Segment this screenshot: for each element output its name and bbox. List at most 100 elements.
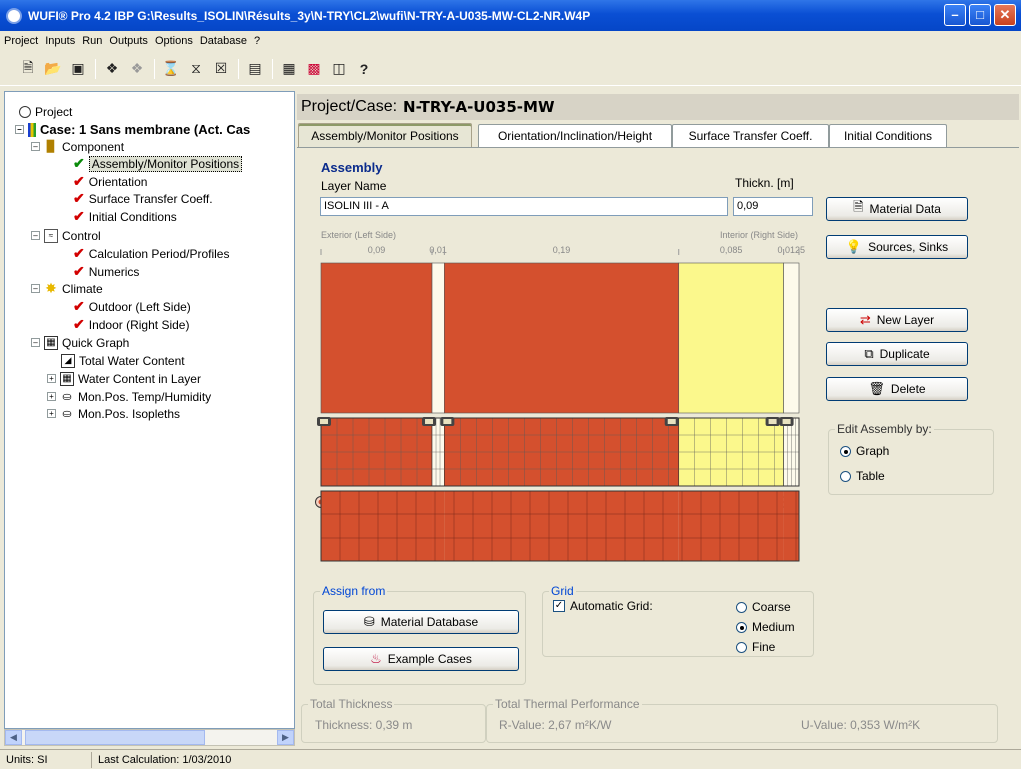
tree-project[interactable]: Project: [19, 103, 72, 120]
collapse-icon[interactable]: –: [31, 338, 40, 347]
monitor-position-icon: [782, 419, 791, 424]
tree-mon-iso[interactable]: + ⛀ Mon.Pos. Isopleths: [47, 405, 180, 422]
edit-by-table-radio[interactable]: Table: [840, 469, 885, 483]
tree-orientation[interactable]: ✔ Orientation: [73, 173, 147, 190]
monitor-icon: ⛀: [62, 408, 72, 420]
automatic-grid-checkbox[interactable]: ✓ Automatic Grid:: [553, 599, 653, 613]
menu-options[interactable]: Options: [155, 35, 193, 47]
tree-component[interactable]: – ▉ Component: [31, 138, 124, 155]
tree-numerics[interactable]: ✔ Numerics: [73, 263, 139, 280]
tab-surface-transfer[interactable]: Surface Transfer Coeff.: [672, 124, 829, 147]
toolbar-separator: [238, 58, 239, 79]
open-folder-icon[interactable]: 📂: [43, 59, 63, 79]
tree-climate[interactable]: – ✸ Climate: [31, 280, 103, 297]
tree-label: Orientation: [88, 174, 148, 189]
tree-icon[interactable]: ❖: [102, 59, 122, 79]
tree-control[interactable]: – ≈ Control: [31, 227, 101, 244]
collapse-icon[interactable]: –: [31, 284, 40, 293]
tree-horizontal-scrollbar[interactable]: ◀ ▶: [4, 729, 295, 746]
close-button[interactable]: ✕: [994, 4, 1016, 26]
dimension-label: 0,085: [720, 245, 743, 255]
grid-coarse-radio[interactable]: Coarse: [736, 600, 791, 614]
tree-mon-temp[interactable]: + ⛀ Mon.Pos. Temp/Humidity: [47, 388, 211, 405]
tree-outdoor[interactable]: ✔ Outdoor (Left Side): [73, 298, 191, 315]
thickness-field[interactable]: 0,09: [733, 197, 813, 216]
grid-color-icon[interactable]: ▩: [304, 59, 324, 79]
layer-rectangles[interactable]: [320, 262, 800, 414]
collapse-icon[interactable]: –: [15, 125, 24, 134]
tree-initial[interactable]: ✔ Initial Conditions: [73, 208, 177, 225]
example-cases-button[interactable]: ♨ Example Cases: [323, 647, 519, 671]
monitor-position-icon: [667, 419, 676, 424]
menu-inputs[interactable]: Inputs: [45, 35, 75, 47]
toolbar-separator: [95, 58, 96, 79]
tree-water-layer[interactable]: + ▦ Water Content in Layer: [47, 370, 201, 387]
minimize-button[interactable]: –: [944, 4, 966, 26]
film-icon[interactable]: ◫: [329, 59, 349, 79]
menu-outputs[interactable]: Outputs: [109, 35, 148, 47]
tree-quick-graph[interactable]: – ▦ Quick Graph: [31, 334, 129, 351]
material-data-button[interactable]: 🗎 Material Data: [826, 197, 968, 221]
project-tree[interactable]: Project – Case: 1 Sans membrane (Act. Ca…: [4, 91, 295, 729]
tree-total-water[interactable]: ◢ Total Water Content: [61, 352, 185, 369]
edit-by-graph-radio[interactable]: Graph: [840, 444, 889, 458]
maximize-button[interactable]: □: [969, 4, 991, 26]
collapse-icon[interactable]: –: [31, 231, 40, 240]
scroll-left-icon[interactable]: ◀: [5, 730, 22, 745]
tree-case[interactable]: – Case: 1 Sans membrane (Act. Cas: [15, 121, 250, 138]
hourglass-x-icon[interactable]: ☒: [211, 59, 231, 79]
tree-disabled-icon[interactable]: ❖: [127, 59, 147, 79]
grid-medium-radio[interactable]: Medium: [736, 620, 795, 634]
new-layer-button[interactable]: ⇄ New Layer: [826, 308, 968, 332]
tree-assembly[interactable]: ✔ Assembly/Monitor Positions: [73, 155, 243, 172]
assembly-graph[interactable]: Exterior (Left Side) Interior (Right Sid…: [300, 228, 820, 568]
total-thickness-value: Thickness: 0,39 m: [315, 718, 413, 732]
table-icon[interactable]: ▦: [279, 59, 299, 79]
delete-button[interactable]: 🗑 Delete: [826, 377, 968, 401]
radio-dot: [840, 470, 851, 482]
save-icon[interactable]: ▣: [68, 59, 88, 79]
tab-orientation[interactable]: Orientation/Inclination/Height: [478, 124, 672, 147]
new-file-icon[interactable]: 🗎: [18, 59, 38, 79]
expand-icon[interactable]: +: [47, 374, 56, 383]
interior-label: Interior (Right Side): [720, 230, 798, 240]
thickness-label: Thickn. [m]: [735, 176, 794, 190]
status-last-calc: Last Calculation: 1/03/2010: [98, 753, 232, 766]
expand-icon[interactable]: +: [47, 409, 56, 418]
window-icon[interactable]: ▤: [245, 59, 265, 79]
menu-run[interactable]: Run: [82, 35, 102, 47]
collapse-icon[interactable]: –: [31, 142, 40, 151]
hourglass-icon[interactable]: ⌛: [161, 59, 181, 79]
material-database-button[interactable]: ⛁ Material Database: [323, 610, 519, 634]
scroll-right-icon[interactable]: ▶: [277, 730, 294, 745]
case-name: N-TRY-A-U035-MW: [403, 98, 555, 116]
duplicate-button[interactable]: ⧉ Duplicate: [826, 342, 968, 366]
tree-surface[interactable]: ✔ Surface Transfer Coeff.: [73, 190, 213, 207]
menu-database[interactable]: Database: [200, 35, 247, 47]
duplicate-icon: ⧉: [864, 346, 874, 361]
layer-name-label: Layer Name: [321, 179, 387, 193]
exterior-label: Exterior (Left Side): [321, 230, 396, 240]
case-icon: [28, 122, 36, 137]
check-icon: ✔: [73, 263, 85, 279]
tab-assembly[interactable]: Assembly/Monitor Positions: [298, 123, 472, 147]
help-icon[interactable]: ?: [354, 59, 374, 79]
grid-fine-radio[interactable]: Fine: [736, 640, 775, 654]
database-icon: ⛁: [363, 614, 375, 629]
tree-calc-period[interactable]: ✔ Calculation Period/Profiles: [73, 245, 229, 262]
check-icon: ✔: [73, 316, 85, 332]
sources-sinks-button[interactable]: 💡 Sources, Sinks: [826, 235, 968, 259]
menu-project[interactable]: Project: [4, 35, 38, 47]
status-bar: Units: SI Last Calculation: 1/03/2010: [0, 749, 1021, 769]
expand-icon[interactable]: +: [47, 392, 56, 401]
layer-name-field[interactable]: ISOLIN III - A: [320, 197, 728, 216]
menu-help[interactable]: ?: [254, 35, 260, 47]
scroll-thumb[interactable]: [25, 730, 205, 745]
title-bar[interactable]: WUFI® Pro 4.2 IBP G:\Results_ISOLIN\Résu…: [0, 0, 1021, 31]
table-icon: ▦: [60, 371, 74, 386]
project-icon: [19, 105, 31, 118]
trash-icon: 🗑: [868, 381, 885, 396]
tree-indoor[interactable]: ✔ Indoor (Right Side): [73, 316, 189, 333]
tab-initial-conditions[interactable]: Initial Conditions: [829, 124, 947, 147]
hourglass-multi-icon[interactable]: ⧖: [186, 59, 206, 79]
